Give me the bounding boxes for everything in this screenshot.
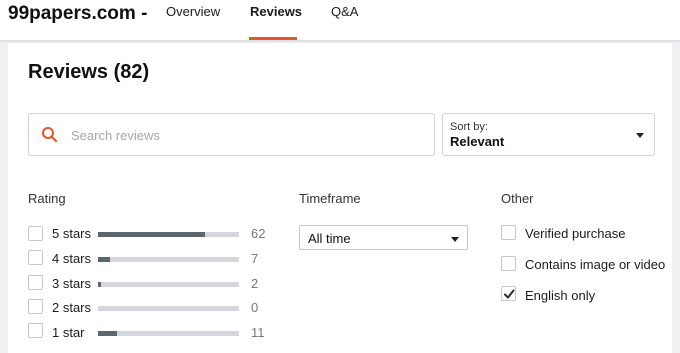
verified-purchase-checkbox[interactable]	[501, 225, 516, 240]
rating-4-checkbox[interactable]	[28, 250, 43, 265]
tab-qa[interactable]: Q&A	[331, 4, 358, 19]
rating-4-label: 4 stars	[52, 251, 92, 266]
rating-filter-title: Rating	[28, 191, 66, 206]
rating-5-bar	[98, 232, 239, 237]
rating-1-bar	[98, 331, 239, 336]
rating-3-bar-fill	[98, 282, 101, 287]
rating-1-count: 11	[251, 325, 265, 340]
search-input[interactable]	[71, 124, 421, 146]
english-only-checkbox[interactable]	[501, 286, 516, 301]
search-box[interactable]	[28, 113, 435, 156]
contains-media-checkbox[interactable]	[501, 256, 516, 271]
timeframe-select[interactable]: All time	[299, 225, 468, 250]
rating-3-count: 2	[251, 276, 259, 291]
rating-1-checkbox[interactable]	[28, 323, 43, 338]
sort-dropdown[interactable]: Sort by: Relevant	[442, 113, 655, 156]
rating-1-label: 1 star	[52, 325, 85, 340]
rating-3-bar	[98, 282, 239, 287]
other-filter-title: Other	[501, 191, 534, 206]
rating-2-count: 0	[251, 300, 259, 315]
page-title: Reviews (82)	[28, 61, 150, 83]
top-nav-bar: 99papers.com - Overview Reviews Q&A	[0, 0, 680, 40]
chevron-down-icon	[451, 237, 459, 242]
rating-3-label: 3 stars	[52, 276, 92, 291]
english-only-label: English only	[525, 288, 596, 303]
rating-5-label: 5 stars	[52, 226, 92, 241]
chevron-down-icon	[636, 133, 644, 138]
timeframe-value: All time	[308, 231, 351, 246]
rating-2-label: 2 stars	[52, 300, 92, 315]
tab-reviews[interactable]: Reviews	[250, 4, 302, 19]
active-tab-indicator	[249, 37, 297, 40]
tab-overview[interactable]: Overview	[166, 4, 220, 19]
sort-value: Relevant	[450, 134, 505, 149]
brand-title: 99papers.com -	[8, 3, 148, 24]
rating-5-checkbox[interactable]	[28, 226, 43, 241]
search-icon	[42, 127, 58, 143]
checkmark-icon	[504, 289, 515, 299]
rating-3-checkbox[interactable]	[28, 275, 43, 290]
rating-4-count: 7	[251, 251, 259, 266]
rating-4-bar-fill	[98, 257, 110, 262]
rating-2-bar	[98, 306, 239, 311]
verified-purchase-label: Verified purchase	[525, 226, 626, 241]
sort-label: Sort by:	[450, 121, 488, 133]
rating-1-bar-fill	[98, 331, 117, 336]
rating-4-bar	[98, 257, 239, 262]
rating-5-count: 62	[251, 226, 266, 241]
contains-media-label: Contains image or video	[525, 257, 666, 272]
rating-2-checkbox[interactable]	[28, 299, 43, 314]
rating-5-bar-fill	[98, 232, 205, 237]
timeframe-filter-title: Timeframe	[299, 191, 361, 206]
